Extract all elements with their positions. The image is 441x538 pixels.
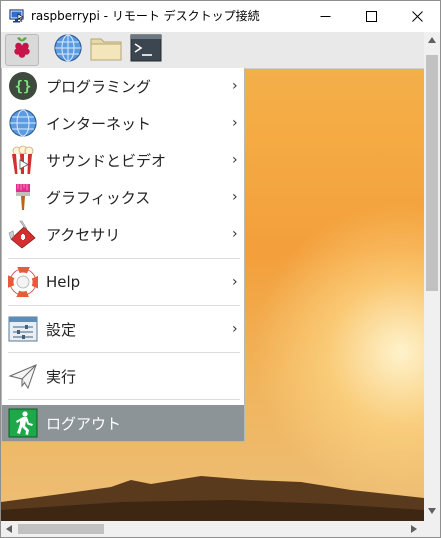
menu-item-logout[interactable]: ログアウト [2, 405, 244, 441]
scroll-left-icon[interactable] [6, 525, 12, 536]
raspberry-menu-button[interactable] [5, 34, 39, 66]
terminal-button[interactable] [129, 34, 163, 66]
pocket-knife-icon [8, 219, 38, 249]
menu-item-label: インターネット [46, 114, 152, 133]
remote-desktop-icon [9, 8, 25, 24]
application-menu: {} プログラミング › インターネット › サウンドとビデオ › グラフィック… [1, 68, 245, 442]
lifebuoy-icon [8, 267, 38, 297]
submenu-arrow-icon: › [232, 115, 238, 131]
submenu-arrow-icon: › [232, 152, 238, 168]
menu-item-run[interactable]: 実行 [2, 358, 244, 394]
menu-item-label: プログラミング [46, 77, 152, 96]
submenu-arrow-icon: › [232, 274, 238, 290]
menu-item-label: アクセサリ [46, 225, 121, 244]
close-icon [411, 7, 423, 26]
maximize-icon [365, 7, 377, 26]
title-bar[interactable]: raspberrypi - リモート デスクトップ接続 [1, 1, 440, 32]
submenu-arrow-icon: › [232, 226, 238, 242]
scrollbar-corner [424, 521, 440, 537]
menu-item-label: サウンドとビデオ [46, 151, 167, 170]
horizontal-scroll-thumb[interactable] [18, 524, 104, 534]
exit-icon [8, 408, 38, 438]
vertical-scroll-thumb[interactable] [426, 55, 438, 291]
menu-separator [8, 258, 240, 259]
scroll-up-icon[interactable] [428, 36, 436, 46]
scroll-right-icon[interactable] [411, 525, 417, 536]
menu-item-label: グラフィックス [46, 188, 151, 207]
lxde-panel [1, 32, 424, 69]
horizontal-scrollbar[interactable] [1, 521, 424, 537]
submenu-arrow-icon: › [232, 78, 238, 94]
submenu-arrow-icon: › [232, 189, 238, 205]
menu-item-graphics[interactable]: グラフィックス › [2, 179, 244, 215]
menu-item-sound-video[interactable]: サウンドとビデオ › [2, 142, 244, 178]
svg-text:{}: {} [15, 79, 32, 95]
menu-separator [8, 399, 240, 400]
menu-item-help[interactable]: Help › [2, 264, 244, 300]
web-browser-button[interactable] [51, 34, 85, 66]
settings-icon [8, 314, 38, 344]
menu-item-label: 実行 [46, 367, 77, 386]
menu-item-internet[interactable]: インターネット › [2, 105, 244, 141]
file-manager-button[interactable] [89, 34, 123, 66]
menu-item-label: ログアウト [46, 414, 122, 433]
terminal-icon [130, 34, 162, 66]
window-title: raspberrypi - リモート デスクトップ接続 [31, 9, 260, 23]
popcorn-icon [8, 145, 38, 175]
submenu-arrow-icon: › [232, 321, 238, 337]
menu-item-label: Help [46, 273, 81, 291]
close-button[interactable] [394, 1, 440, 32]
menu-item-settings[interactable]: 設定 › [2, 311, 244, 347]
paintbrush-icon [8, 182, 38, 212]
maximize-button[interactable] [348, 1, 394, 32]
vertical-scrollbar[interactable] [424, 32, 440, 521]
menu-item-accessories[interactable]: アクセサリ › [2, 216, 244, 252]
remote-desktop-window: raspberrypi - リモート デスクトップ接続 {} プログラミング ›… [0, 0, 441, 538]
menu-separator [8, 352, 240, 353]
menu-item-programming[interactable]: {} プログラミング › [2, 68, 244, 104]
menu-separator [8, 305, 240, 306]
remote-desktop-view[interactable]: {} プログラミング › インターネット › サウンドとビデオ › グラフィック… [1, 32, 424, 521]
programming-icon: {} [8, 71, 38, 101]
globe-icon [53, 33, 83, 67]
folder-icon [89, 34, 123, 66]
minimize-button[interactable] [302, 1, 348, 32]
paper-plane-icon [8, 361, 38, 391]
raspberry-icon [10, 35, 34, 65]
menu-item-label: 設定 [46, 320, 77, 339]
scroll-down-icon[interactable] [428, 507, 436, 517]
minimize-icon [320, 7, 331, 26]
globe-icon [8, 108, 38, 138]
